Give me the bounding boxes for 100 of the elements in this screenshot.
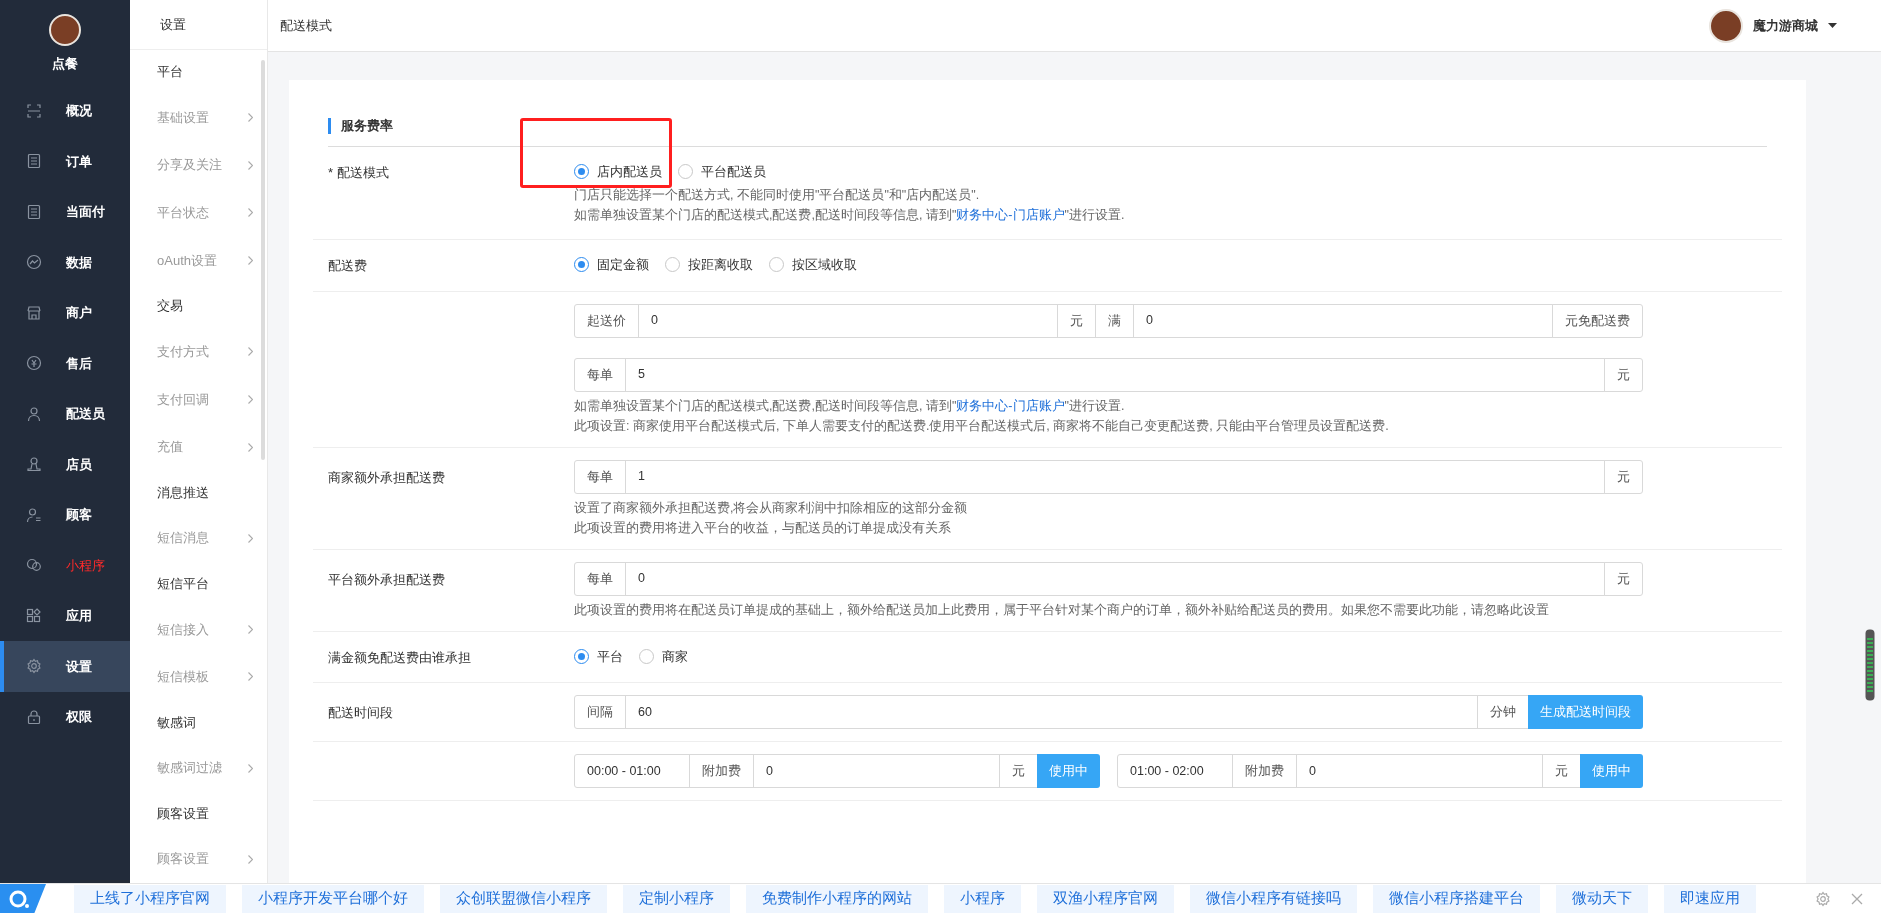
- help-text: 此项设置的费用将进入平台的收益，与配送员的订单提成没有关系: [574, 519, 952, 537]
- input-field[interactable]: 0: [638, 303, 1058, 338]
- account-link[interactable]: 财务中心-门店账户: [956, 398, 1065, 413]
- chevron-right-icon: [248, 256, 253, 266]
- help-text: 此项设置的费用将在配送员订单提成的基础上，额外给配送员加上此费用，属于平台针对某个商户的订单，额外补贴给配送员的费用。如果您不需要此功能，请忽略此设置: [574, 601, 1550, 619]
- radio-option[interactable]: 平台配送员: [678, 161, 766, 181]
- sidebar-item[interactable]: 数据: [0, 237, 130, 288]
- input-addon: 起送价: [574, 303, 639, 338]
- logo-icon[interactable]: [0, 883, 46, 913]
- radio-option[interactable]: 固定金额: [574, 255, 649, 275]
- radio-option[interactable]: 商家: [639, 646, 688, 666]
- input-field[interactable]: 0: [1133, 303, 1553, 338]
- chevron-right-icon: [248, 533, 253, 543]
- input-addon: 元: [1542, 754, 1581, 788]
- sidebar-item[interactable]: 订单: [0, 136, 130, 187]
- subnav-group-label: 敏感词: [156, 713, 197, 732]
- sidebar-item[interactable]: 商户: [0, 287, 130, 338]
- help-text: 设置了商家额外承担配送费,将会从商家利润中扣除相应的这部分金额: [574, 499, 969, 517]
- person-icon: [26, 456, 42, 473]
- chevron-right-icon: [248, 763, 253, 773]
- caret-icon[interactable]: [1828, 23, 1837, 28]
- ad-link[interactable]: 即速应用: [1664, 884, 1756, 913]
- ad-link[interactable]: 上线了小程序官网: [74, 884, 226, 913]
- user-list-icon: [26, 506, 42, 523]
- sidebar-item[interactable]: 店员: [0, 439, 130, 490]
- input-field[interactable]: 01:00 - 02:00: [1117, 754, 1233, 788]
- input-addon: 附加费: [689, 754, 754, 788]
- ad-link[interactable]: 双渔小程序官网: [1037, 884, 1174, 913]
- account-link[interactable]: 财务中心-门店账户: [956, 208, 1065, 222]
- help-text: 门店只能选择一个配送方式, 不能同时使用"平台配送员"和"店内配送员".: [574, 187, 981, 204]
- sidebar-item[interactable]: 应用: [0, 590, 130, 641]
- close-icon[interactable]: [1851, 892, 1863, 905]
- input-addon: 间隔: [574, 695, 626, 729]
- settings-icon: [26, 658, 42, 675]
- chevron-right-icon: [248, 672, 253, 682]
- input-addon: 元: [999, 754, 1038, 788]
- subnav-group-label: 顾客设置: [156, 804, 210, 823]
- radio-option[interactable]: 店内配送员: [574, 161, 662, 181]
- list-icon: [26, 153, 42, 170]
- field-label: 平台额外承担配送费: [328, 571, 445, 587]
- avatar[interactable]: [1709, 8, 1743, 43]
- input-addon: 元: [1604, 459, 1643, 494]
- sidebar-item[interactable]: 设置: [0, 641, 130, 692]
- ad-link[interactable]: 小程序: [944, 884, 1021, 913]
- subnav-group-label: 平台: [156, 63, 184, 82]
- input-field[interactable]: 00:00 - 01:00: [574, 754, 690, 788]
- input-addon: 每单: [574, 459, 626, 494]
- subnav-group-label: 交易: [156, 297, 184, 316]
- chevron-right-icon: [248, 442, 253, 452]
- chevron-right-icon: [248, 347, 253, 357]
- sidebar-item[interactable]: 配送员: [0, 388, 130, 439]
- ad-link[interactable]: 微信小程序搭建平台: [1373, 884, 1540, 913]
- subnav-group-label: 消息推送: [156, 483, 210, 502]
- radio-option[interactable]: 平台: [574, 646, 623, 666]
- chevron-right-icon: [248, 112, 253, 122]
- sidebar-item[interactable]: 当面付: [0, 186, 130, 237]
- field-label: 配送时间段: [328, 705, 393, 720]
- input-addon: 分钟: [1477, 695, 1529, 729]
- radio-option[interactable]: 按区域收取: [769, 255, 857, 275]
- field-label: 配送费: [328, 258, 367, 273]
- page-title: 配送模式: [280, 16, 332, 35]
- ad-link[interactable]: 小程序开发平台哪个好: [242, 884, 424, 913]
- input-addon: 满: [1095, 303, 1134, 338]
- input-field[interactable]: 1: [625, 459, 1605, 494]
- user-icon: [26, 405, 42, 422]
- ad-link[interactable]: 众创联盟微信小程序: [440, 884, 607, 913]
- brand-name: 点餐: [52, 55, 78, 73]
- input-field[interactable]: 0: [625, 561, 1605, 596]
- sidebar-item[interactable]: 售后: [0, 338, 130, 389]
- field-label: 满金额免配送费由谁承担: [328, 649, 471, 665]
- radio-option[interactable]: 按距离收取: [665, 255, 753, 275]
- input-addon: 元: [1057, 303, 1096, 338]
- input-addon: 元: [1604, 561, 1643, 596]
- field-label: * 配送模式: [328, 164, 389, 180]
- chevron-right-icon: [248, 624, 253, 634]
- shop-icon: [26, 304, 42, 321]
- chevron-right-icon: [248, 394, 253, 404]
- input-field[interactable]: 0: [753, 754, 1000, 788]
- sidebar-item[interactable]: 小程序: [0, 540, 130, 591]
- settings-icon[interactable]: [1815, 890, 1831, 907]
- sidebar-item[interactable]: 顾客: [0, 489, 130, 540]
- scan-icon: [26, 102, 42, 119]
- ad-link[interactable]: 免费制作小程序的网站: [746, 884, 928, 913]
- coin-icon: [26, 355, 42, 372]
- input-addon: 元免配送费: [1552, 303, 1643, 338]
- ad-link[interactable]: 微信小程序有链接吗: [1190, 884, 1357, 913]
- chevron-right-icon: [248, 854, 253, 864]
- input-addon: 每单: [574, 561, 626, 596]
- ad-link[interactable]: 微动天下: [1556, 884, 1648, 913]
- chevron-right-icon: [248, 160, 253, 170]
- input-field[interactable]: 60: [625, 695, 1478, 729]
- scroll-indicator-icon: [1865, 629, 1875, 701]
- ad-link[interactable]: 定制小程序: [623, 884, 730, 913]
- sidebar-item[interactable]: 概况: [0, 85, 130, 136]
- input-field[interactable]: 0: [1296, 754, 1543, 788]
- field-label: 商家额外承担配送费: [328, 469, 445, 485]
- user-name[interactable]: 魔力游商城: [1753, 15, 1818, 36]
- sidebar-item[interactable]: 权限: [0, 691, 130, 742]
- section-title: 服务费率: [341, 117, 393, 135]
- input-field[interactable]: 5: [625, 357, 1605, 392]
